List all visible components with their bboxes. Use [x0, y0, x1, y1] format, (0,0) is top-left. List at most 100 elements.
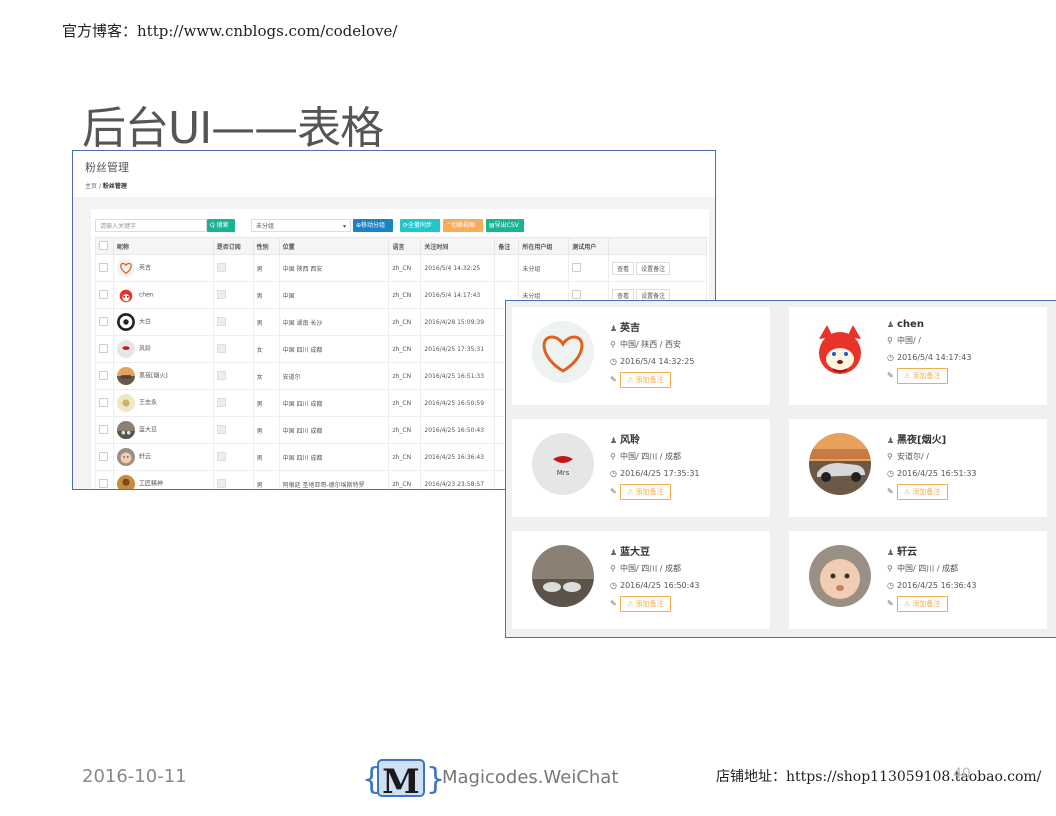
follow-time: 2016/4/25 16:36:43: [420, 443, 496, 471]
add-remark-button[interactable]: ⚠ 添加备注: [620, 596, 671, 612]
fan-card: Mrs ♟ 风聆 ⚲ 中国/ 四川 / 成都 ◷ 2016/4/25 17:35:31 ✎ ⚠ …: [512, 419, 770, 517]
fan-location: 阿根廷 圣地亚哥-德尔埃斯特罗: [278, 470, 390, 489]
fan-nickname: chen: [138, 291, 154, 299]
follow-time: 2016/4/25 16:51:33: [420, 362, 496, 390]
breadcrumb-home[interactable]: 主页: [85, 183, 97, 190]
fan-card-screenshot: ♟ 英吉 ⚲ 中国/ 陕西 / 西安 ◷ 2016/5/4 14:32:25 ✎ ⚠ 添加备注…: [505, 300, 1056, 638]
column-header: 是否订阅: [212, 237, 254, 255]
person-icon: ♟: [887, 436, 895, 445]
row-checkbox[interactable]: [99, 343, 108, 353]
table-row: 英吉 男中国 陕西 西安 zh_CN 2016/5/4 14:32:25 未分组 查看 设置…: [95, 254, 707, 282]
avatar: [116, 259, 135, 277]
subscribed-checkbox: [216, 397, 226, 407]
fan-nickname: 工匠精神: [138, 480, 163, 488]
magicodes-logo-icon: { M }: [362, 759, 442, 800]
test-user-checkbox[interactable]: [572, 289, 582, 299]
follow-time: 2016/4/25 16:50:43: [420, 416, 496, 444]
test-user-checkbox[interactable]: [572, 262, 582, 272]
row-checkbox[interactable]: [99, 397, 108, 407]
map-marker-icon: ⚲: [610, 452, 616, 461]
column-header: 所在用户组: [518, 237, 570, 255]
fan-nickname: 大白: [138, 318, 151, 326]
group-select[interactable]: 未分组 ▾: [251, 219, 351, 232]
add-remark-button[interactable]: ⚠ 添加备注: [897, 368, 948, 384]
clock-icon: ◷: [610, 469, 617, 478]
set-remark-button[interactable]: 设置备注: [636, 261, 671, 275]
avatar: [116, 340, 135, 358]
person-icon: ♟: [887, 320, 895, 329]
fan-language: zh_CN: [388, 308, 422, 336]
switch-view-button[interactable]: ⌃切换视图: [443, 219, 483, 232]
add-remark-button[interactable]: ⚠ 添加备注: [897, 596, 948, 612]
avatar: [116, 448, 135, 466]
subscribed-checkbox: [216, 316, 226, 326]
pencil-icon: ✎: [887, 487, 894, 496]
avatar: [116, 313, 135, 331]
search-button[interactable]: Q 搜索: [207, 219, 235, 232]
row-checkbox[interactable]: [99, 289, 108, 299]
subscribed-checkbox: [216, 451, 226, 461]
fan-location: 中国 四川 成都: [278, 443, 390, 471]
move-group-button[interactable]: ⊕移动分组: [353, 219, 393, 232]
map-marker-icon: ⚲: [887, 564, 893, 573]
page-header: 粉丝管理 主页 / 粉丝管理: [73, 151, 715, 197]
fan-nickname: 蓝大豆: [138, 426, 157, 434]
avatar: Mrs: [532, 433, 594, 495]
person-icon: ♟: [887, 548, 895, 557]
row-checkbox[interactable]: [99, 424, 108, 434]
shop-url: 店铺地址：https://shop113059108.taobao.com/: [716, 769, 1042, 785]
fan-location: 中国 陕西 西安: [278, 254, 390, 282]
view-button[interactable]: 查看: [612, 261, 635, 275]
select-all-checkbox[interactable]: [95, 237, 114, 255]
fan-location: ⚲ 中国/ 四川 / 成都: [887, 562, 977, 579]
chevron-down-icon: ▾: [342, 223, 346, 230]
follow-time: 2016/4/28 15:09:39: [420, 308, 496, 336]
search-input[interactable]: 请输入关键字: [95, 219, 207, 232]
column-header: 语言: [388, 237, 422, 255]
subscribed-checkbox: [216, 262, 226, 272]
fan-language: zh_CN: [388, 362, 422, 390]
fan-nickname: ♟ 轩云: [887, 547, 917, 558]
column-header: 位置: [278, 237, 390, 255]
fan-sex: 女: [252, 362, 280, 390]
follow-time: ◷ 2016/4/25 17:35:31: [610, 467, 700, 484]
logo-text: Magicodes.WeiChat: [442, 767, 619, 788]
fan-nickname: 英吉: [138, 264, 151, 272]
fan-nickname: ♟ 蓝大豆: [610, 547, 650, 558]
add-remark-button[interactable]: ⚠ 添加备注: [897, 484, 948, 500]
person-icon: ♟: [610, 548, 618, 557]
subscribed-checkbox: [216, 343, 226, 353]
fan-nickname: 王忠永: [138, 399, 157, 407]
fan-location: 中国 湖南 长沙: [278, 308, 390, 336]
map-marker-icon: ⚲: [610, 340, 616, 349]
add-remark-button[interactable]: ⚠ 添加备注: [620, 484, 671, 500]
pencil-icon: ✎: [887, 599, 894, 608]
fan-location: 中国 四川 成都: [278, 335, 390, 363]
row-checkbox[interactable]: [99, 316, 108, 326]
follow-time: ◷ 2016/5/4 14:32:25: [610, 355, 694, 372]
fan-location: ⚲ 安道尔/ /: [887, 450, 977, 467]
full-sync-button[interactable]: ⟳全量同步: [400, 219, 440, 232]
pencil-icon: ✎: [610, 375, 617, 384]
remark: [494, 254, 520, 282]
svg-text:Mrs: Mrs: [557, 469, 570, 477]
checkbox[interactable]: [99, 240, 108, 250]
fan-location: ⚲ 中国/ /: [887, 334, 971, 351]
avatar: [809, 433, 871, 495]
follow-time: ◷ 2016/4/25 16:36:43: [887, 579, 977, 596]
row-checkbox[interactable]: [99, 478, 108, 488]
person-icon: ♟: [610, 436, 618, 445]
fan-language: zh_CN: [388, 470, 422, 489]
subscribed-checkbox: [216, 289, 226, 299]
subscribed-checkbox: [216, 424, 226, 434]
export-csv-button[interactable]: ▤导出CSV: [486, 219, 524, 232]
page-title: 粉丝管理: [85, 161, 129, 174]
column-header: 昵称: [112, 237, 214, 255]
page-number: 40: [953, 766, 971, 782]
avatar: [116, 367, 135, 385]
add-remark-button[interactable]: ⚠ 添加备注: [620, 372, 671, 388]
fan-sex: 男: [252, 416, 280, 444]
row-checkbox[interactable]: [99, 370, 108, 380]
row-checkbox[interactable]: [99, 451, 108, 461]
row-checkbox[interactable]: [99, 262, 108, 272]
